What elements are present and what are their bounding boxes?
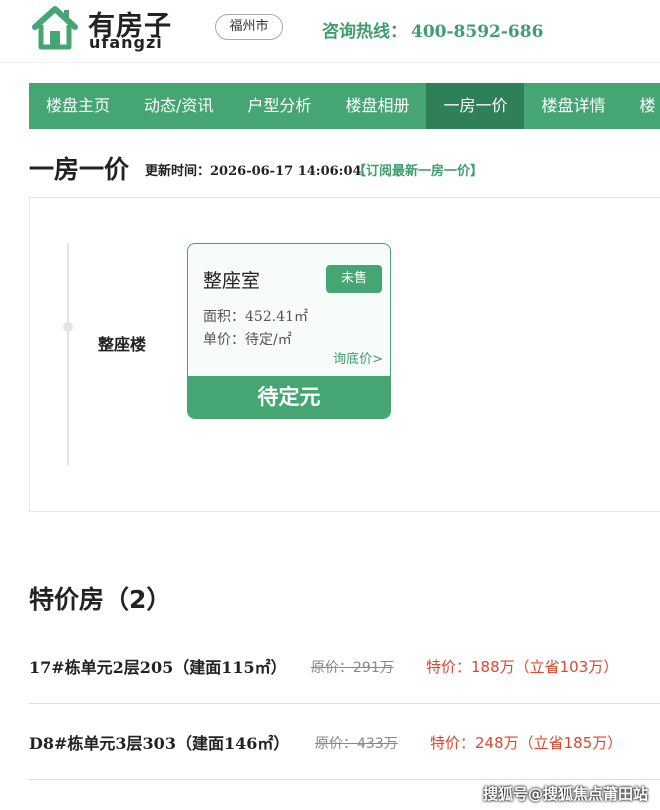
unit-title: 整座室	[203, 270, 261, 292]
unit-area-label: 面积：	[203, 309, 245, 325]
hotline: 咨询热线： 400-8592-686	[322, 17, 543, 42]
inquire-price-link[interactable]: 询底价>	[333, 348, 383, 367]
nav-item-more[interactable]: 楼	[622, 83, 660, 129]
nav-item-unit-prices[interactable]: 一房一价	[426, 83, 525, 129]
house-logo-icon[interactable]	[30, 3, 80, 53]
listing-original-price: 原价：291万	[311, 660, 394, 676]
update-time-label: 更新时间：	[145, 164, 211, 179]
nav-item-details[interactable]: 楼盘详情	[524, 83, 622, 129]
timeline-dot	[63, 322, 73, 332]
status-badge: 未售	[326, 265, 382, 293]
city-selector[interactable]: 福州市	[215, 14, 283, 40]
nav-item-floorplans[interactable]: 户型分析	[230, 83, 328, 129]
listing-row[interactable]: 17#栋单元2层205（建面115㎡） 原价：291万 特价：188万（立省10…	[29, 628, 660, 704]
section-title-unit-prices: 一房一价	[29, 155, 130, 184]
building-label: 整座楼	[98, 335, 147, 354]
unit-price: 单价：待定/㎡	[203, 329, 292, 349]
section-title-special-offers: 特价房（2）	[29, 585, 172, 614]
unit-area-value: 452.41㎡	[245, 309, 308, 325]
site-header: 有房子 ufangzi 福州市 咨询热线： 400-8592-686	[0, 0, 660, 63]
listing-original-price: 原价：433万	[315, 736, 398, 752]
nav-item-album[interactable]: 楼盘相册	[328, 83, 426, 129]
listing-row[interactable]: D8#栋单元3层303（建面146㎡） 原价：433万 特价：248万（立省18…	[29, 704, 660, 780]
listing-special-price: 特价：188万（立省103万）	[426, 658, 619, 676]
hotline-number: 400-8592-686	[411, 22, 544, 42]
update-time: 更新时间：2026-06-17 14:06:04	[145, 160, 362, 179]
unit-price-label: 单价：	[203, 332, 245, 348]
nav-item-home[interactable]: 楼盘主页	[29, 83, 127, 129]
main-nav: 楼盘主页 动态/资讯 户型分析 楼盘相册 一房一价 楼盘详情楼	[29, 83, 660, 129]
logo-subtitle[interactable]: ufangzi	[89, 33, 163, 52]
unit-price-value: 待定/㎡	[245, 332, 292, 348]
unit-area: 面积：452.41㎡	[203, 306, 308, 326]
timeline-line	[67, 243, 69, 465]
listing-special-price: 特价：248万（立省185万）	[430, 734, 623, 752]
update-time-value: 2026-06-17 14:06:04	[210, 164, 362, 179]
watermark: 搜狐号@搜狐焦点莆田站	[482, 785, 648, 803]
total-price: 待定元	[188, 376, 390, 418]
hotline-label: 咨询热线：	[322, 22, 407, 42]
subscribe-link[interactable]: 【订阅最新一房一价】	[353, 160, 483, 179]
nav-item-news[interactable]: 动态/资讯	[127, 83, 230, 129]
listing-name[interactable]: D8#栋单元3层303（建面146㎡）	[29, 730, 289, 754]
unit-card[interactable]: 整座室 未售 面积：452.41㎡ 单价：待定/㎡ 询底价> 待定元	[187, 243, 391, 419]
listing-name[interactable]: 17#栋单元2层205（建面115㎡）	[29, 654, 287, 678]
